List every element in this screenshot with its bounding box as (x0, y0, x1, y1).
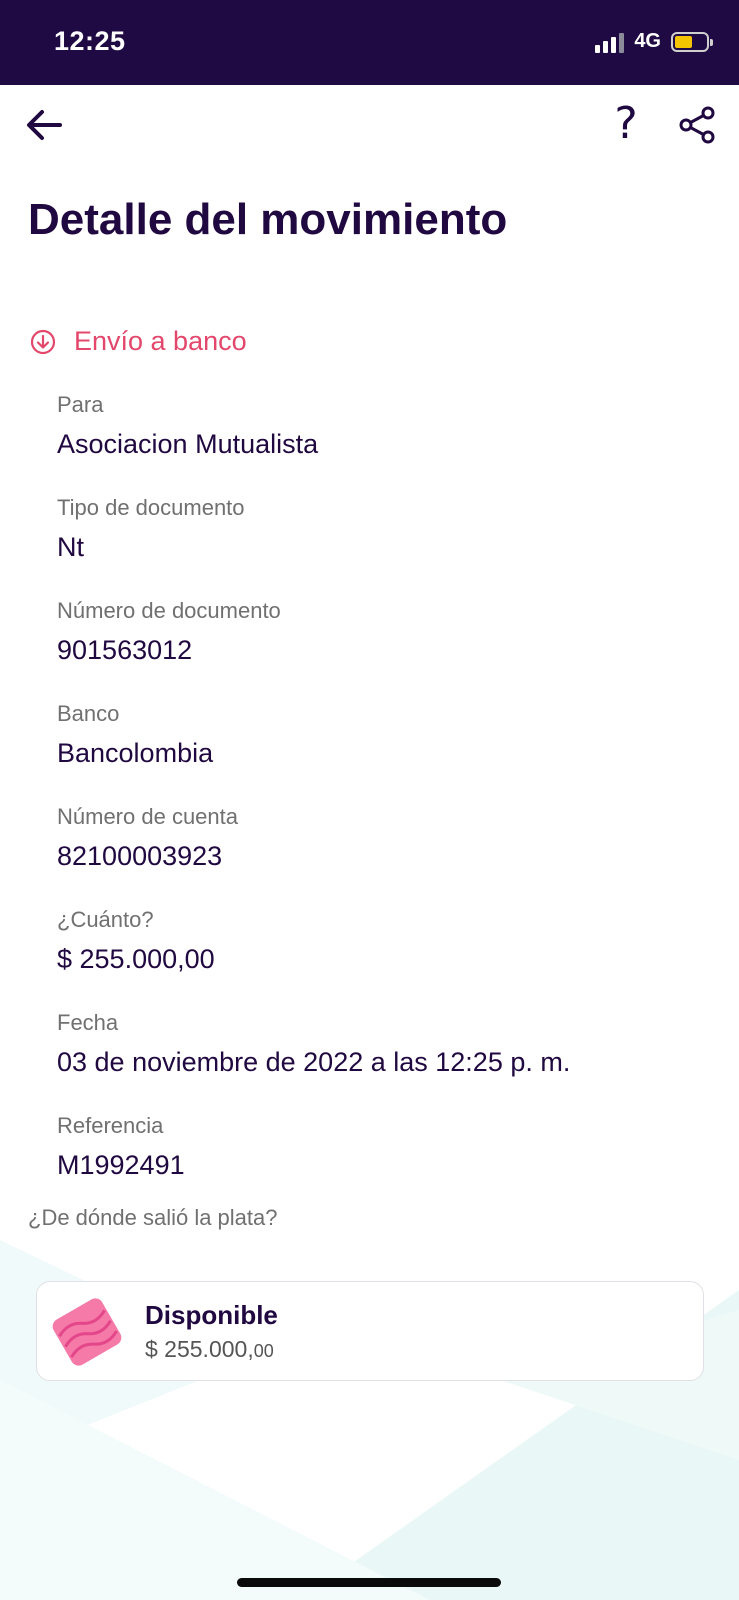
source-question: ¿De dónde salió la plata? (28, 1205, 278, 1230)
movement-type-label: Envío a banco (74, 326, 247, 356)
arrow-down-circle-icon (30, 329, 56, 354)
status-time: 12:25 (54, 26, 126, 56)
detail-item-cuanto: ¿Cuánto? $ 255.000,00 (57, 907, 697, 1010)
nav-bar: ? (0, 85, 739, 165)
back-button[interactable] (22, 103, 66, 147)
detail-item-numero-cuenta: Número de cuenta 82100003923 (57, 804, 697, 907)
detail-value: 82100003923 (57, 841, 223, 871)
detail-label: Tipo de documento (57, 495, 245, 520)
detail-item-banco: Banco Bancolombia (57, 701, 697, 804)
card-amount: $ 255.000,00 (145, 1336, 274, 1363)
detail-label: Número de documento (57, 598, 281, 623)
detail-label: Referencia (57, 1113, 164, 1138)
detail-item-tipo-documento: Tipo de documento Nt (57, 495, 697, 598)
detail-value: M1992491 (57, 1150, 185, 1180)
detail-label: ¿Cuánto? (57, 907, 154, 932)
detail-value: 03 de noviembre de 2022 a las 12:25 p. m… (57, 1047, 571, 1077)
home-indicator[interactable] (237, 1578, 501, 1587)
share-button[interactable] (678, 105, 718, 145)
status-indicators: 4G (595, 30, 713, 53)
battery-icon (671, 31, 713, 52)
card-amount-cents: 00 (253, 1341, 274, 1361)
detail-item-fecha: Fecha 03 de noviembre de 2022 a las 12:2… (57, 1010, 697, 1113)
card-title: Disponible (145, 1300, 278, 1330)
detail-label: Para (57, 392, 104, 417)
detail-label: Número de cuenta (57, 804, 238, 829)
detail-label: Fecha (57, 1010, 119, 1035)
detail-label: Banco (57, 701, 120, 726)
network-label: 4G (634, 30, 661, 52)
card-amount-main: $ 255.000, (145, 1336, 254, 1362)
detail-value: Bancolombia (57, 738, 214, 768)
detail-item-numero-documento: Número de documento 901563012 (57, 598, 697, 701)
detail-value: $ 255.000,00 (57, 944, 215, 974)
source-card-disponible[interactable]: Disponible $ 255.000,00 (36, 1281, 704, 1381)
background-decoration (0, 1240, 739, 1600)
signal-icon (595, 31, 625, 53)
status-bar: 12:25 4G (0, 0, 739, 85)
detail-value: 901563012 (57, 635, 193, 665)
detail-item-para: Para Asociacion Mutualista (57, 392, 697, 495)
detail-value: Nt (57, 532, 84, 562)
pocket-pink-icon (52, 1298, 122, 1366)
share-icon (679, 106, 715, 144)
movement-type: Envío a banco (30, 326, 247, 357)
arrow-left-icon (27, 110, 62, 140)
page-title: Detalle del movimiento (28, 195, 508, 244)
detail-value: Asociacion Mutualista (57, 429, 319, 459)
detail-list: Para Asociacion Mutualista Tipo de docum… (57, 392, 697, 1216)
help-button[interactable]: ? (608, 101, 644, 147)
